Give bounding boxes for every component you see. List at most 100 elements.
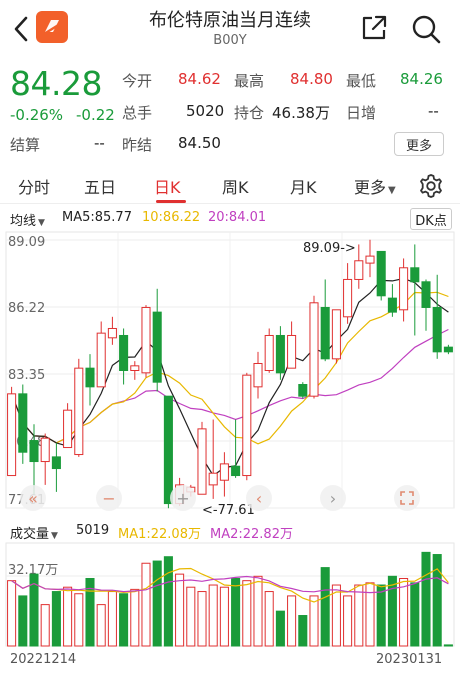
last-price: 84.28 [10, 64, 102, 103]
volume-ma1: MA1:22.08万 [118, 527, 201, 542]
candle-body [410, 267, 420, 283]
dk-point-button[interactable]: DK点 [410, 208, 452, 230]
volume-bar [96, 604, 106, 647]
scroll-right-button[interactable]: › [320, 485, 346, 511]
tab-monthly-k[interactable]: 月K [290, 174, 317, 198]
volume-bar [387, 575, 397, 647]
tab-intraday[interactable]: 分时 [18, 174, 50, 198]
open-interest-value: 46.38万 [272, 104, 330, 122]
y-tick-label: 89.09 [8, 235, 45, 250]
volume-value: 5020 [186, 102, 225, 120]
prev-settle-value: 84.50 [178, 134, 221, 152]
more-quote-button[interactable]: 更多 [394, 132, 444, 156]
candle-body [443, 346, 453, 353]
share-icon [362, 15, 387, 40]
candle-body [275, 334, 285, 374]
expand-icon [400, 491, 414, 505]
volume-bar [18, 595, 28, 647]
volume-frame [5, 542, 455, 647]
candle-body [309, 302, 319, 397]
double-chevron-left-icon: « [28, 488, 38, 508]
volume-bar [130, 588, 140, 647]
tab-more-label: 更多 [354, 178, 387, 197]
candle-body [387, 297, 397, 313]
volume-bar [107, 591, 117, 647]
chart-nav-controls: « − + ‹ › [0, 485, 460, 511]
y-tick-label: 83.35 [8, 368, 45, 383]
volume-bar [119, 593, 129, 647]
share-button[interactable] [360, 14, 388, 42]
volume-bar [376, 584, 386, 647]
y-tick-label: 86.22 [8, 301, 45, 316]
candle-body [365, 255, 375, 264]
candle-body [264, 334, 274, 371]
ma10-value: 10:86.22 [142, 210, 201, 225]
candle-body [18, 393, 28, 453]
volume-label: 总手 [122, 104, 153, 122]
plus-icon: + [176, 488, 190, 508]
volume-bar [197, 591, 207, 647]
change-value: -0.22 [76, 106, 115, 124]
zoom-out-button[interactable]: − [96, 485, 122, 511]
end-date: 20230131 [376, 652, 443, 667]
candle-body [51, 456, 61, 470]
volume-bar [163, 556, 173, 647]
volume-bar [186, 586, 196, 647]
fullscreen-button[interactable] [394, 485, 420, 511]
candle-body [96, 332, 106, 388]
scroll-left-button[interactable]: ‹ [246, 485, 272, 511]
low-label: 最低 [346, 72, 377, 90]
settle-label: 结算 [10, 136, 41, 154]
candle-body [130, 365, 140, 371]
chart-settings-button[interactable] [418, 173, 444, 199]
period-tabs: 分时 五日 日K 周K 月K 更多 ▼ [0, 168, 460, 204]
volume-bar [320, 567, 330, 647]
minus-icon: − [102, 488, 116, 508]
gear-icon [420, 174, 442, 198]
scroll-start-button[interactable]: « [20, 485, 46, 511]
indicator-selector[interactable]: 成交量 ▼ [10, 523, 58, 542]
candle-body [219, 463, 229, 481]
volume-bar [309, 595, 319, 647]
volume-ma2: MA2:22.82万 [210, 527, 293, 542]
volume-bar [287, 595, 297, 647]
high-value: 84.80 [290, 70, 333, 88]
daily-increase-label: 日增 [346, 104, 377, 122]
candle-body [331, 309, 341, 360]
settle-value: -- [94, 134, 105, 152]
candle-body [354, 260, 364, 280]
candle-body [63, 409, 73, 449]
volume-legend: 成交量 ▼ 5019 MA1:22.08万 MA2:22.82万 [0, 520, 460, 542]
volume-bar [354, 584, 364, 647]
tab-more[interactable]: 更多 ▼ [354, 174, 396, 198]
candle-body [40, 437, 50, 463]
quote-panel: 84.28 -0.26% -0.22 今开 84.62 最高 84.80 最低 … [0, 62, 460, 158]
zoom-in-button[interactable]: + [170, 485, 196, 511]
top-bar: 布伦特原油当月连续 B00Y [0, 0, 460, 58]
change-percent: -0.26% [10, 106, 64, 124]
candle-body [141, 306, 151, 374]
candle-body [399, 267, 409, 311]
start-date: 20221214 [10, 652, 77, 667]
ma-selector[interactable]: 均线 ▼ [10, 210, 45, 229]
volume-bar [141, 562, 151, 647]
search-button[interactable] [410, 13, 442, 45]
daily-increase-value: -- [428, 102, 439, 120]
candle-body [152, 311, 162, 383]
volume-chart[interactable]: 32.17万 [0, 542, 460, 648]
volume-bar [331, 584, 341, 647]
low-value: 84.26 [400, 70, 443, 88]
tab-daily-k[interactable]: 日K [154, 174, 181, 198]
candle-body [432, 306, 442, 353]
open-interest-label: 持仓 [234, 104, 265, 122]
ma20-value: 20:84.01 [208, 210, 267, 225]
candle-body [107, 327, 117, 339]
volume-bar [443, 644, 453, 647]
tab-five-day[interactable]: 五日 [84, 174, 116, 198]
date-axis: 20221214 20230131 [0, 650, 460, 672]
volume-bar [63, 586, 73, 647]
candlestick-chart[interactable]: 89.0986.2283.3580.4877.6189.09-><-77.61 [0, 230, 460, 520]
volume-bar [175, 573, 185, 647]
tab-weekly-k[interactable]: 周K [222, 174, 249, 198]
active-tab-indicator [156, 200, 186, 203]
